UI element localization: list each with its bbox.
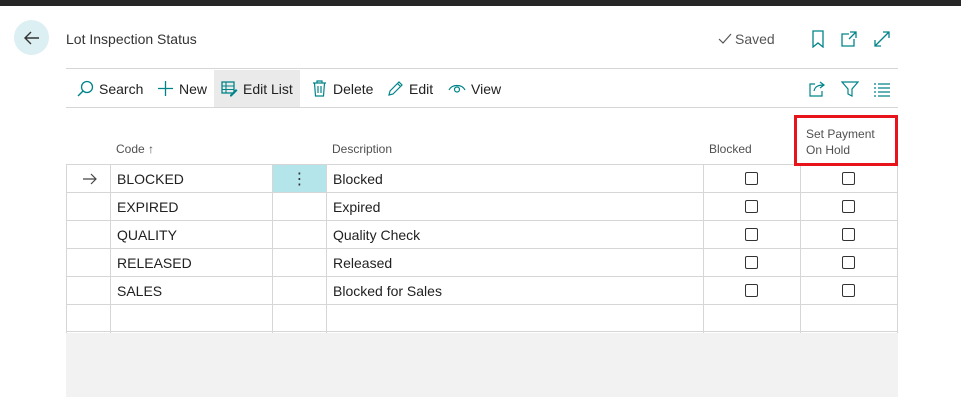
pencil-icon <box>386 80 404 98</box>
blocked-checkbox[interactable] <box>745 228 758 241</box>
expand-button[interactable] <box>872 29 892 49</box>
expand-icon <box>874 31 890 47</box>
set-payment-on-hold-checkbox[interactable] <box>842 228 855 241</box>
filter-button[interactable] <box>841 80 859 98</box>
edit-list-icon <box>220 80 238 98</box>
code-header-label: Code <box>116 142 145 156</box>
table-row[interactable]: QUALITY Quality Check <box>66 220 898 249</box>
blocked-checkbox[interactable] <box>745 172 758 185</box>
description-cell[interactable]: Blocked <box>333 165 383 192</box>
edit-label: Edit <box>409 80 434 97</box>
share-button[interactable] <box>808 80 826 98</box>
trash-icon <box>310 80 328 98</box>
delete-button[interactable]: Delete <box>304 70 379 107</box>
new-label: New <box>179 80 208 97</box>
new-button[interactable]: New <box>150 70 213 107</box>
page-title: Lot Inspection Status <box>66 31 197 47</box>
table-row[interactable]: SALES Blocked for Sales <box>66 276 898 305</box>
search-icon <box>76 80 94 98</box>
filter-icon <box>841 81 859 97</box>
list-view-icon <box>874 83 890 97</box>
grid-empty-area <box>66 333 898 397</box>
data-grid: BLOCKED ⋮ Blocked EXPIRED Expired QUALIT… <box>66 164 898 333</box>
code-cell[interactable]: RELEASED <box>117 249 192 276</box>
new-empty-row[interactable] <box>66 304 898 333</box>
sort-ascending-icon: ↑ <box>148 142 155 156</box>
top-bar <box>0 0 961 6</box>
bookmark-icon <box>812 30 824 48</box>
back-arrow-icon <box>23 31 39 44</box>
description-cell[interactable]: Expired <box>333 193 380 220</box>
checkmark-icon <box>718 33 732 44</box>
plus-icon <box>156 80 174 98</box>
action-toolbar: Search New Edit List Delete Edit View <box>66 70 898 107</box>
annotation-highlight-box <box>794 115 898 166</box>
code-cell[interactable]: SALES <box>117 277 162 304</box>
saved-status: Saved <box>718 31 775 47</box>
table-row[interactable]: RELEASED Released <box>66 248 898 277</box>
description-cell[interactable]: Quality Check <box>333 221 420 248</box>
search-button[interactable]: Search <box>70 70 149 107</box>
blocked-checkbox[interactable] <box>745 284 758 297</box>
share-icon <box>809 81 825 97</box>
table-row[interactable]: BLOCKED ⋮ Blocked <box>66 164 898 193</box>
edit-list-label: Edit List <box>243 80 293 97</box>
back-button[interactable] <box>14 20 49 55</box>
row-selected-arrow-icon <box>82 165 98 192</box>
open-in-new-window-icon <box>841 31 857 47</box>
edit-list-button[interactable]: Edit List <box>214 70 300 107</box>
view-label: View <box>471 80 502 97</box>
list-view-button[interactable] <box>873 80 891 98</box>
column-header-blocked[interactable]: Blocked <box>709 142 752 156</box>
code-cell[interactable]: EXPIRED <box>117 193 178 220</box>
blocked-checkbox[interactable] <box>745 200 758 213</box>
description-cell[interactable]: Released <box>333 249 392 276</box>
view-button[interactable]: View <box>442 70 507 107</box>
search-label: Search <box>99 80 144 97</box>
saved-label: Saved <box>735 31 775 47</box>
row-actions-menu-icon[interactable]: ⋮ <box>273 165 326 192</box>
column-header-description[interactable]: Description <box>332 142 392 156</box>
description-cell[interactable]: Blocked for Sales <box>333 277 442 304</box>
code-cell[interactable]: BLOCKED <box>117 165 184 192</box>
delete-label: Delete <box>333 80 374 97</box>
set-payment-on-hold-checkbox[interactable] <box>842 284 855 297</box>
open-new-window-button[interactable] <box>839 29 859 49</box>
edit-button[interactable]: Edit <box>380 70 439 107</box>
set-payment-on-hold-checkbox[interactable] <box>842 256 855 269</box>
blocked-checkbox[interactable] <box>745 256 758 269</box>
set-payment-on-hold-checkbox[interactable] <box>842 172 855 185</box>
table-row[interactable]: EXPIRED Expired <box>66 192 898 221</box>
bookmark-button[interactable] <box>808 29 828 49</box>
code-cell[interactable]: QUALITY <box>117 221 177 248</box>
eye-icon <box>448 80 466 98</box>
set-payment-on-hold-checkbox[interactable] <box>842 200 855 213</box>
header-divider <box>66 68 898 69</box>
toolbar-divider <box>66 107 898 108</box>
column-header-code[interactable]: Code ↑ <box>116 142 154 156</box>
